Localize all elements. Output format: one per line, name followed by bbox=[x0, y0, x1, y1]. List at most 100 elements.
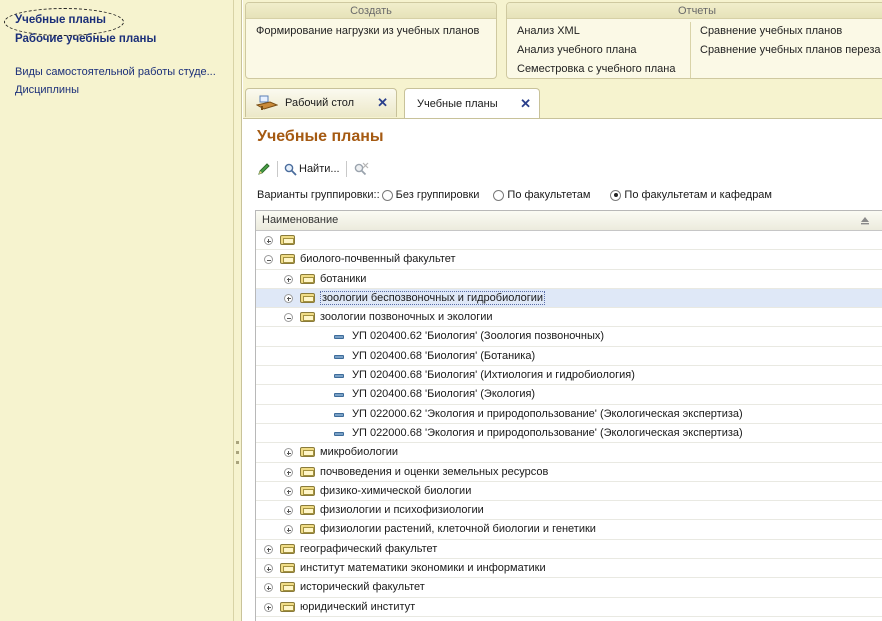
expand-icon[interactable] bbox=[264, 236, 273, 245]
expand-icon[interactable] bbox=[284, 448, 293, 458]
reports-group-title: Отчеты bbox=[507, 3, 882, 19]
nav-item-working-curricula[interactable]: Рабочие учебные планы bbox=[15, 33, 156, 45]
tree-row-group[interactable]: почвоведения и оценки земельных ресурсов bbox=[256, 463, 882, 482]
curricula-tree-table[interactable]: Наименование биолого-почвенный факультет… bbox=[255, 210, 882, 621]
desktop-icon bbox=[256, 95, 278, 110]
folder-icon bbox=[280, 563, 295, 574]
tree-row-group[interactable]: физиологии и психофизиологии bbox=[256, 501, 882, 521]
curriculum-item-icon bbox=[334, 335, 344, 340]
expand-icon[interactable] bbox=[264, 602, 273, 612]
expand-icon[interactable] bbox=[264, 583, 273, 593]
tab-curricula[interactable]: Учебные планы ✕ bbox=[404, 88, 540, 118]
tree-row-label: почвоведения и оценки земельных ресурсов bbox=[320, 465, 549, 478]
tree-row-curriculum[interactable]: УП 020400.68 'Биология' (Ботаника) bbox=[256, 347, 882, 367]
nav-item-disciplines[interactable]: Дисциплины bbox=[15, 84, 79, 96]
curriculum-item-icon bbox=[334, 393, 344, 398]
tree-row-curriculum[interactable]: УП 022000.62 'Экология и природопользова… bbox=[256, 405, 882, 424]
close-tab-desktop-icon[interactable]: ✕ bbox=[377, 95, 388, 111]
radio-by-faculty-and-department[interactable]: По факультетам и кафедрам bbox=[610, 189, 772, 201]
tree-row-label: ботаники bbox=[320, 272, 367, 285]
tree-row-label: биолого-почвенный факультет bbox=[300, 253, 456, 266]
report-xml-analysis[interactable]: Анализ XML bbox=[517, 25, 580, 37]
folder-icon bbox=[300, 447, 315, 458]
reports-group: Отчеты Анализ XML Анализ учебного плана … bbox=[506, 2, 882, 79]
tree-row-group[interactable]: исторический факультет bbox=[256, 578, 882, 598]
curriculum-item-icon bbox=[334, 354, 344, 359]
find-button[interactable]: Найти... bbox=[284, 163, 340, 176]
curriculum-item-icon bbox=[334, 374, 344, 379]
tree-row-label: физиологии растений, клеточной биологии … bbox=[320, 523, 596, 536]
tree-row-group[interactable]: географический факультет bbox=[256, 540, 882, 560]
tab-bar: Рабочий стол ✕ Учебные планы ✕ bbox=[243, 80, 882, 118]
nav-item-independent-work-types[interactable]: Виды самостоятельной работы студе... bbox=[15, 66, 216, 78]
tree-row-group[interactable]: зоологии позвоночных и экологии bbox=[256, 308, 882, 328]
tab-desktop[interactable]: Рабочий стол ✕ bbox=[245, 88, 397, 117]
radio-circle[interactable] bbox=[381, 189, 393, 201]
panel-splitter[interactable] bbox=[234, 0, 242, 621]
toolbar: Найти... bbox=[257, 159, 369, 179]
tree-row-curriculum[interactable]: УП 020400.62 'Биология' (Зоология позвон… bbox=[256, 327, 882, 347]
radio-by-faculty[interactable]: По факультетам bbox=[493, 189, 590, 201]
workload-formation-command[interactable]: Формирование нагрузки из учебных планов bbox=[256, 25, 479, 37]
grouping-label: Варианты группировки:: bbox=[257, 189, 380, 201]
expand-icon[interactable] bbox=[284, 293, 293, 303]
folder-icon bbox=[280, 235, 295, 245]
tree-row-label: УП 022000.68 'Экология и природопользова… bbox=[352, 426, 743, 439]
report-compare-plans[interactable]: Сравнение учебных планов bbox=[700, 25, 842, 37]
expand-icon[interactable] bbox=[264, 564, 273, 574]
expand-icon[interactable] bbox=[284, 506, 293, 516]
tree-row-label: зоологии беспозвоночных и гидробиологии bbox=[320, 290, 546, 305]
create-group: Создать Формирование нагрузки из учебных… bbox=[245, 2, 497, 79]
folder-icon bbox=[300, 312, 315, 323]
tree-row-curriculum[interactable]: УП 022000.68 'Экология и природопользова… bbox=[256, 424, 882, 444]
expand-icon[interactable] bbox=[284, 467, 293, 477]
folder-icon bbox=[300, 292, 315, 303]
radio-by-faculty-and-department-label: По факультетам и кафедрам bbox=[624, 189, 772, 201]
toolbar-separator bbox=[345, 161, 347, 177]
report-plan-analysis[interactable]: Анализ учебного плана bbox=[517, 44, 637, 56]
tree-row-label: институт математики экономики и информат… bbox=[300, 562, 546, 575]
collapse-icon[interactable] bbox=[264, 255, 273, 265]
curriculum-item-icon bbox=[334, 412, 344, 417]
tree-row-group[interactable]: зоологии беспозвоночных и гидробиологии bbox=[256, 288, 882, 309]
collapse-icon[interactable] bbox=[284, 313, 293, 323]
sort-icon[interactable] bbox=[860, 216, 870, 225]
command-panel: Создать Формирование нагрузки из учебных… bbox=[243, 0, 882, 88]
report-compare-plans-reapproval[interactable]: Сравнение учебных планов переза bbox=[700, 44, 881, 56]
tree-row-label: микробиологии bbox=[320, 446, 399, 459]
nav-item-curricula[interactable]: Учебные планы bbox=[15, 14, 106, 26]
radio-circle-selected[interactable] bbox=[610, 189, 622, 201]
cancel-search-icon[interactable] bbox=[353, 162, 369, 176]
folder-icon bbox=[300, 505, 315, 516]
expand-icon[interactable] bbox=[284, 274, 293, 284]
tree-row-label: УП 020400.68 'Биология' (Ихтиология и ги… bbox=[352, 369, 635, 382]
tree-row-group[interactable]: институт математики экономики и информат… bbox=[256, 559, 882, 579]
grouping-options: Варианты группировки:: Без группировки П… bbox=[257, 189, 772, 201]
tree-row-label: УП 020400.62 'Биология' (Зоология позвон… bbox=[352, 330, 605, 343]
tree-row-curriculum[interactable]: УП 020400.68 'Биология' (Ихтиология и ги… bbox=[256, 366, 882, 386]
edit-pencil-icon[interactable] bbox=[257, 162, 271, 176]
radio-no-grouping[interactable]: Без группировки bbox=[381, 189, 479, 201]
tree-row-label: УП 020400.68 'Биология' (Экология) bbox=[352, 388, 536, 401]
column-header-name[interactable]: Наименование bbox=[256, 211, 882, 231]
folder-icon bbox=[280, 601, 295, 612]
find-button-label: Найти... bbox=[299, 163, 340, 175]
tree-row-group[interactable]: физико-химической биологии bbox=[256, 482, 882, 502]
tree-row-group[interactable] bbox=[256, 231, 882, 251]
tree-row-group[interactable]: биолого-почвенный факультет bbox=[256, 250, 882, 270]
expand-icon[interactable] bbox=[284, 486, 293, 496]
close-tab-curricula-icon[interactable]: ✕ bbox=[520, 96, 531, 112]
tree-row-group[interactable]: физиологии растений, клеточной биологии … bbox=[256, 520, 882, 540]
page-title: Учебные планы bbox=[257, 128, 384, 145]
tree-row-label: географический факультет bbox=[300, 542, 438, 555]
tree-row-curriculum[interactable]: УП 020400.68 'Биология' (Экология) bbox=[256, 385, 882, 405]
expand-icon[interactable] bbox=[284, 525, 293, 535]
radio-circle[interactable] bbox=[493, 189, 505, 201]
expand-icon[interactable] bbox=[264, 544, 273, 554]
tree-row-group[interactable]: юридический институт bbox=[256, 598, 882, 617]
tree-row-label: исторический факультет bbox=[300, 581, 425, 594]
tree-row-group[interactable]: ботаники bbox=[256, 270, 882, 289]
tree-row-group[interactable]: микробиологии bbox=[256, 443, 882, 463]
report-semester-breakdown[interactable]: Семестровка с учебного плана bbox=[517, 63, 676, 75]
tree-row-label: физиологии и психофизиологии bbox=[320, 504, 484, 517]
